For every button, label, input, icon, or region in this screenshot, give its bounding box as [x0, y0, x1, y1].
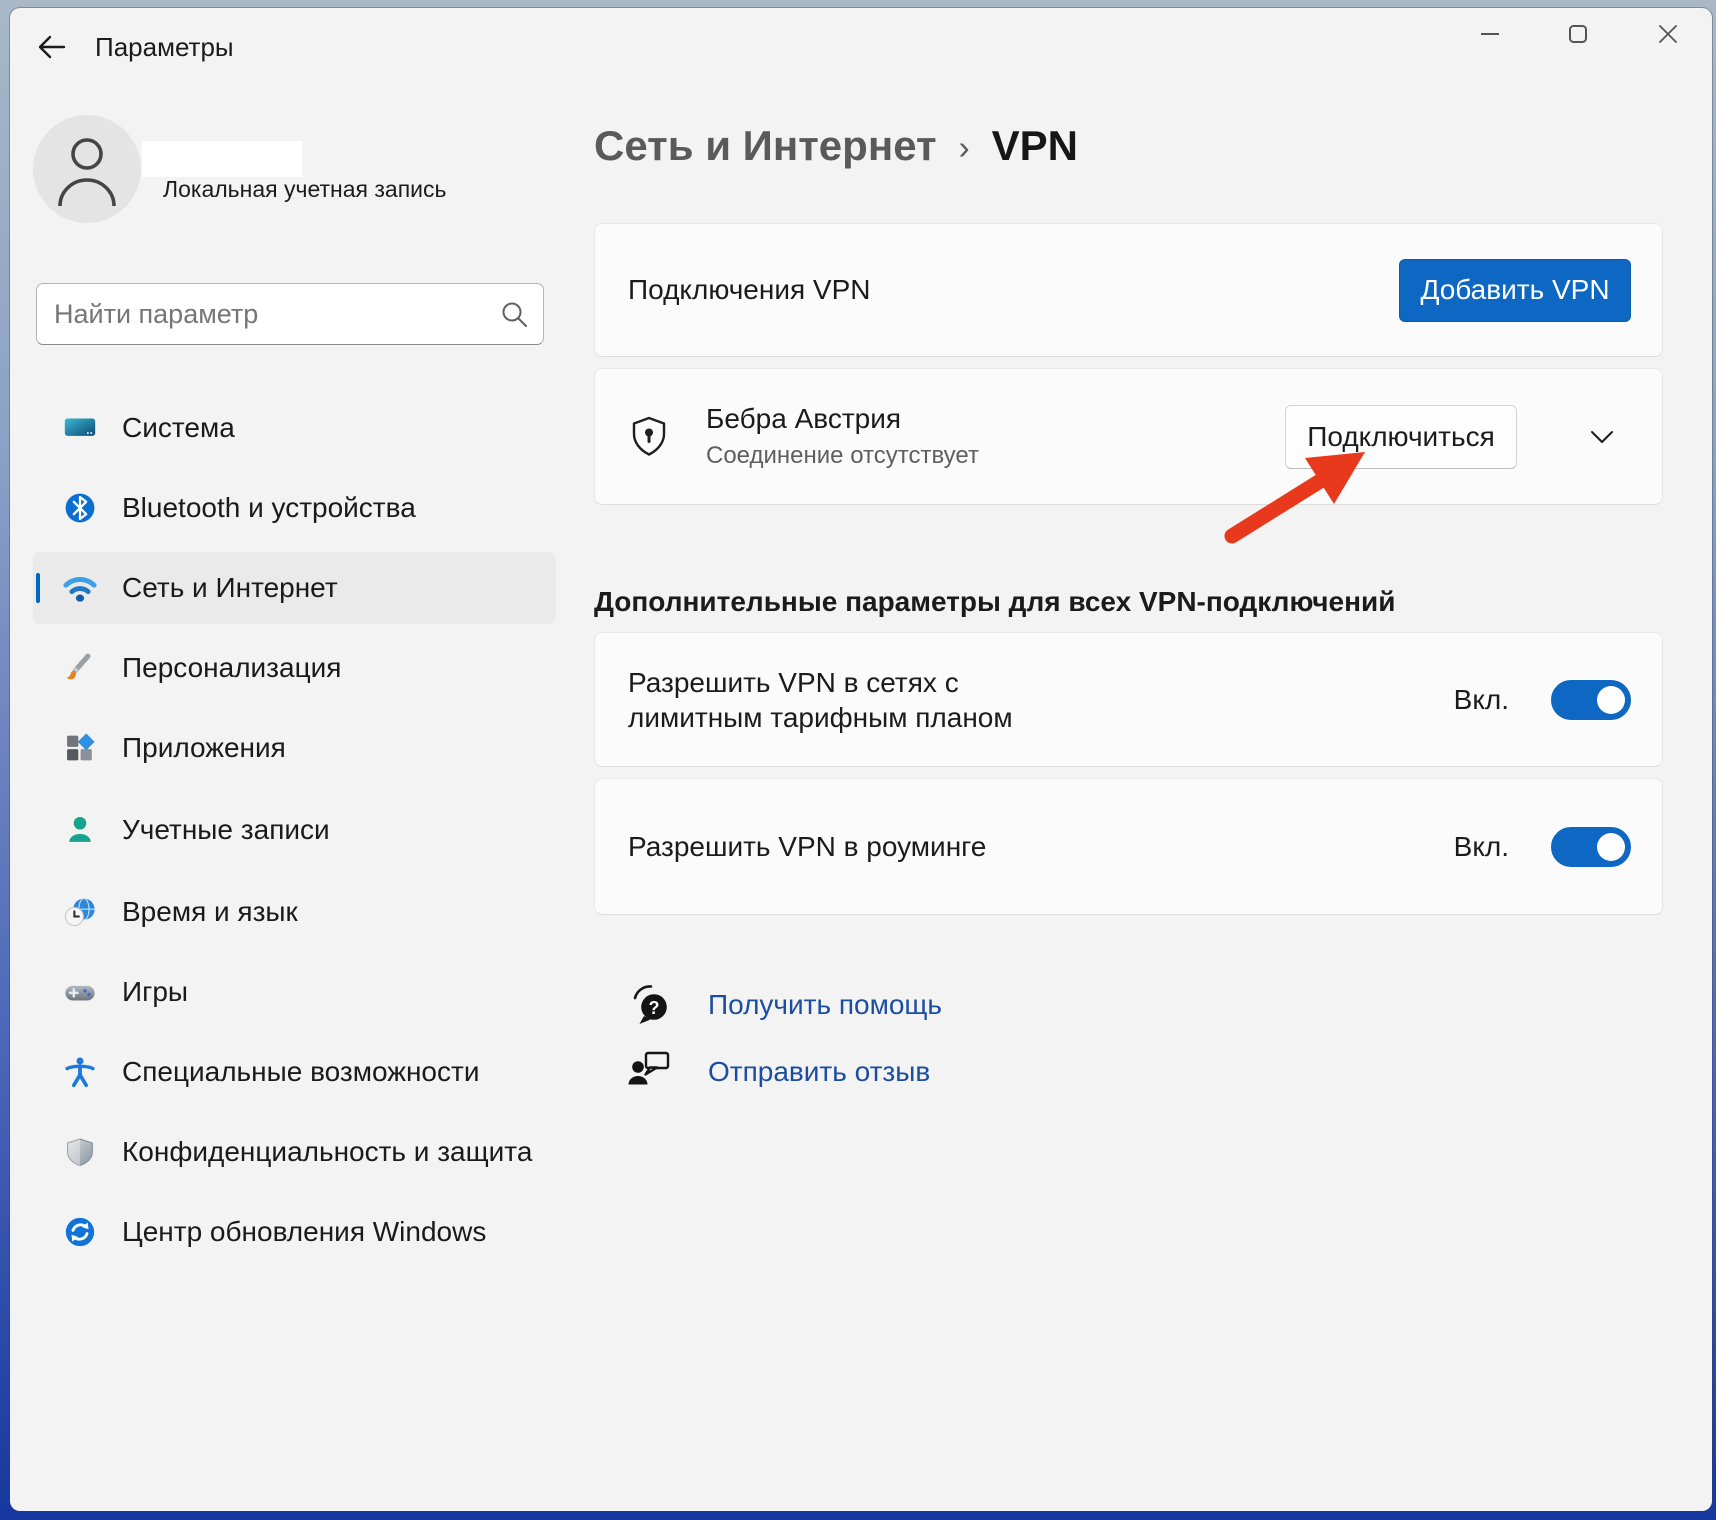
allow-roaming-state-label: Вкл. — [1454, 831, 1509, 863]
get-help-label: Получить помощь — [708, 989, 942, 1021]
sidebar-item-label: Система — [122, 412, 235, 444]
allow-metered-state-label: Вкл. — [1454, 684, 1509, 716]
sidebar-item-label: Специальные возможности — [122, 1056, 479, 1088]
sidebar-item-label: Центр обновления Windows — [122, 1216, 486, 1248]
get-help-icon: ? — [626, 981, 674, 1029]
sidebar-item-label: Сеть и Интернет — [122, 572, 338, 604]
breadcrumb-parent[interactable]: Сеть и Интернет — [594, 122, 937, 170]
advanced-section-heading: Дополнительные параметры для всех VPN-по… — [594, 586, 1395, 618]
minimize-icon — [1479, 23, 1501, 45]
connection-info: Бебра Австрия Соединение отсутствует — [706, 403, 979, 470]
sidebar-item-label: Bluetooth и устройства — [122, 492, 416, 524]
allow-roaming-toggle[interactable] — [1551, 827, 1631, 867]
apps-icon — [62, 730, 98, 766]
vpn-connections-label: Подключения VPN — [628, 274, 870, 306]
toggle-knob — [1597, 686, 1625, 714]
sidebar-item-time-language[interactable]: Время и язык — [33, 876, 556, 948]
add-vpn-button[interactable]: Добавить VPN — [1399, 259, 1631, 322]
close-button[interactable] — [1646, 12, 1690, 56]
sidebar-item-label: Учетные записи — [122, 814, 330, 846]
send-feedback-icon — [626, 1048, 674, 1096]
allow-metered-toggle[interactable] — [1551, 680, 1631, 720]
time-language-icon — [62, 894, 98, 930]
back-button[interactable] — [30, 29, 74, 65]
search-input[interactable] — [36, 283, 544, 345]
sidebar-item-label: Персонализация — [122, 652, 341, 684]
breadcrumb: Сеть и Интернет › VPN — [594, 106, 1078, 186]
sidebar-item-accessibility[interactable]: Специальные возможности — [33, 1036, 556, 1108]
connection-name: Бебра Австрия — [706, 403, 979, 435]
maximize-button[interactable] — [1556, 12, 1600, 56]
user-icon — [52, 130, 122, 208]
sidebar-item-label: Игры — [122, 976, 188, 1008]
accounts-icon — [62, 812, 98, 848]
settings-window: Параметры Локальная учетная запись — [10, 8, 1712, 1511]
allow-roaming-label: Разрешить VPN в роуминге — [628, 829, 986, 864]
windows-update-icon — [62, 1214, 98, 1250]
allow-metered-label: Разрешить VPN в сетях с лимитным тарифны… — [628, 665, 1098, 735]
sidebar-item-label: Приложения — [122, 732, 286, 764]
system-icon — [62, 410, 98, 446]
allow-metered-card: Разрешить VPN в сетях с лимитным тарифны… — [594, 632, 1663, 767]
expand-connection-button[interactable] — [1582, 417, 1622, 457]
breadcrumb-separator-icon: › — [959, 125, 970, 167]
sidebar-item-windows-update[interactable]: Центр обновления Windows — [33, 1196, 556, 1268]
privacy-icon — [62, 1134, 98, 1170]
sidebar-item-bluetooth[interactable]: Bluetooth и устройства — [33, 472, 556, 544]
vpn-connection-row: Бебра Австрия Соединение отсутствует Под… — [594, 368, 1663, 505]
search-box — [36, 283, 544, 345]
sidebar-item-apps[interactable]: Приложения — [33, 712, 556, 784]
sidebar-item-privacy[interactable]: Конфиденциальность и защита — [33, 1116, 556, 1188]
toggle-knob — [1597, 833, 1625, 861]
get-help-link[interactable]: ? Получить помощь — [626, 981, 942, 1029]
chevron-down-icon — [1586, 426, 1618, 448]
redacted-account-name — [142, 141, 302, 177]
minimize-button[interactable] — [1468, 12, 1512, 56]
sidebar-item-network[interactable]: Сеть и Интернет — [33, 552, 556, 624]
sidebar-item-label: Время и язык — [122, 896, 298, 928]
search-icon — [500, 300, 528, 328]
send-feedback-link[interactable]: Отправить отзыв — [626, 1048, 930, 1096]
connection-status: Соединение отсутствует — [706, 442, 979, 470]
back-arrow-icon — [37, 34, 67, 60]
page-title: VPN — [992, 122, 1078, 170]
account-type-label: Локальная учетная запись — [163, 176, 447, 203]
close-icon — [1657, 23, 1679, 45]
bluetooth-icon — [62, 490, 98, 526]
sidebar-item-label: Конфиденциальность и защита — [122, 1136, 532, 1168]
vpn-shield-icon — [629, 415, 669, 459]
send-feedback-label: Отправить отзыв — [708, 1056, 930, 1088]
maximize-icon — [1567, 23, 1589, 45]
window-title: Параметры — [95, 32, 234, 63]
personalization-icon — [62, 650, 98, 686]
svg-text:?: ? — [649, 998, 660, 1018]
sidebar-item-system[interactable]: Система — [33, 392, 556, 464]
sidebar-item-personalization[interactable]: Персонализация — [33, 632, 556, 704]
sidebar-item-accounts[interactable]: Учетные записи — [33, 794, 556, 866]
gaming-icon — [62, 974, 98, 1010]
accessibility-icon — [62, 1054, 98, 1090]
avatar — [33, 115, 141, 223]
network-icon — [62, 570, 98, 606]
connect-button[interactable]: Подключиться — [1285, 405, 1517, 469]
vpn-connections-card: Подключения VPN Добавить VPN — [594, 223, 1663, 357]
allow-roaming-card: Разрешить VPN в роуминге Вкл. — [594, 778, 1663, 915]
desktop: { "titlebar": { "title": "Параметры" }, … — [0, 0, 1716, 1520]
sidebar-item-gaming[interactable]: Игры — [33, 956, 556, 1028]
